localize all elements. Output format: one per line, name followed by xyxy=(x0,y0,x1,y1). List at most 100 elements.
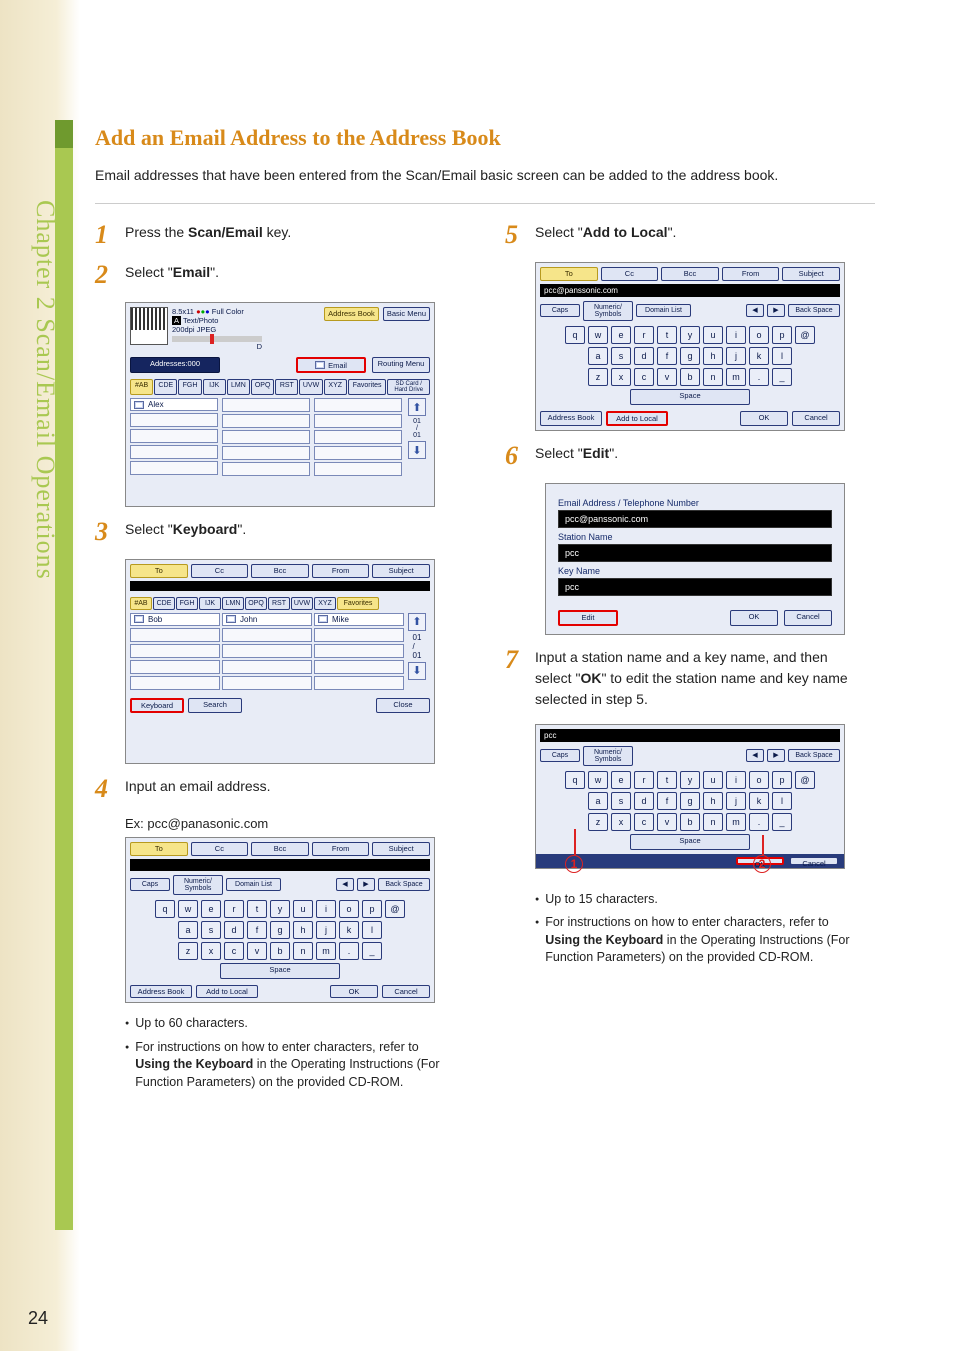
key-u[interactable]: u xyxy=(703,771,723,789)
key-i[interactable]: i xyxy=(316,900,336,918)
key-s[interactable]: s xyxy=(611,347,631,365)
contact-john[interactable]: John xyxy=(222,613,312,626)
list-item[interactable] xyxy=(222,462,310,476)
key-h[interactable]: h xyxy=(703,347,723,365)
key-w[interactable]: w xyxy=(588,771,608,789)
key-n[interactable]: n xyxy=(703,368,723,386)
key-g[interactable]: g xyxy=(680,347,700,365)
key-e[interactable]: e xyxy=(201,900,221,918)
key-k[interactable]: k xyxy=(339,921,359,939)
keyboard-button[interactable]: Keyboard xyxy=(130,698,184,714)
key-b[interactable]: b xyxy=(270,942,290,960)
key-r[interactable]: r xyxy=(634,771,654,789)
key-k[interactable]: k xyxy=(749,347,769,365)
key-a[interactable]: a xyxy=(588,347,608,365)
key-y[interactable]: y xyxy=(270,900,290,918)
caps-button[interactable]: Caps xyxy=(540,749,580,762)
tab-favorites[interactable]: Favorites xyxy=(337,597,379,610)
tab-cde[interactable]: CDE xyxy=(154,379,177,395)
key-_[interactable]: _ xyxy=(362,942,382,960)
key-_[interactable]: _ xyxy=(772,813,792,831)
tab-fgh[interactable]: FGH xyxy=(178,379,201,395)
to-tab[interactable]: To xyxy=(540,267,598,281)
add-to-local-button[interactable]: Add to Local xyxy=(196,985,258,999)
addresses-count[interactable]: Addresses:000 xyxy=(130,357,220,373)
key-n[interactable]: n xyxy=(703,813,723,831)
backspace-button[interactable]: Back Space xyxy=(788,749,840,762)
key-x[interactable]: x xyxy=(611,368,631,386)
list-item[interactable] xyxy=(130,413,218,427)
key-f[interactable]: f xyxy=(657,347,677,365)
key-o[interactable]: o xyxy=(339,900,359,918)
numeric-symbols-button[interactable]: Numeric/ Symbols xyxy=(173,875,223,895)
key-@[interactable]: @ xyxy=(795,771,815,789)
backspace-button[interactable]: Back Space xyxy=(378,878,430,891)
tab-rst[interactable]: RST xyxy=(275,379,298,395)
key-w[interactable]: w xyxy=(178,900,198,918)
list-item[interactable] xyxy=(314,644,404,658)
tab-ab[interactable]: #AB xyxy=(130,597,152,610)
key-m[interactable]: m xyxy=(726,368,746,386)
key-_[interactable]: _ xyxy=(772,368,792,386)
space-key[interactable]: Space xyxy=(220,963,340,979)
cancel-button[interactable]: Cancel xyxy=(382,985,430,999)
cursor-right-icon[interactable]: ▶ xyxy=(767,304,785,317)
key-v[interactable]: v xyxy=(247,942,267,960)
key-g[interactable]: g xyxy=(680,792,700,810)
key-e[interactable]: e xyxy=(611,326,631,344)
key-a[interactable]: a xyxy=(588,792,608,810)
station-name-field[interactable]: pcc xyxy=(558,544,832,562)
list-item[interactable] xyxy=(314,462,402,476)
key-b[interactable]: b xyxy=(680,368,700,386)
bcc-tab[interactable]: Bcc xyxy=(661,267,719,281)
key-l[interactable]: l xyxy=(772,347,792,365)
list-item[interactable] xyxy=(222,398,310,412)
tab-cde[interactable]: CDE xyxy=(153,597,175,610)
tab-favorites[interactable]: Favorites xyxy=(348,379,387,395)
key-t[interactable]: t xyxy=(657,771,677,789)
list-item[interactable] xyxy=(222,414,310,428)
key-@[interactable]: @ xyxy=(385,900,405,918)
key-i[interactable]: i xyxy=(726,771,746,789)
key-c[interactable]: c xyxy=(224,942,244,960)
tab-xyz[interactable]: XYZ xyxy=(324,379,347,395)
cc-tab[interactable]: Cc xyxy=(601,267,659,281)
key-j[interactable]: j xyxy=(316,921,336,939)
email-field[interactable]: pcc@panssonic.com xyxy=(558,510,832,528)
bcc-tab[interactable]: Bcc xyxy=(251,564,309,578)
tab-opq[interactable]: OPQ xyxy=(251,379,274,395)
subject-tab[interactable]: Subject xyxy=(372,842,430,856)
tab-xyz[interactable]: XYZ xyxy=(314,597,336,610)
key-s[interactable]: s xyxy=(611,792,631,810)
email-button[interactable]: Email xyxy=(296,357,366,373)
key-d[interactable]: d xyxy=(634,347,654,365)
routing-menu-button[interactable]: Routing Menu xyxy=(372,357,430,373)
key-q[interactable]: q xyxy=(565,326,585,344)
key-n[interactable]: n xyxy=(293,942,313,960)
caps-button[interactable]: Caps xyxy=(130,878,170,891)
scroll-down-icon[interactable]: ⬇ xyxy=(408,662,426,680)
ok-button[interactable]: OK xyxy=(330,985,378,999)
list-item[interactable] xyxy=(314,676,404,690)
key-o[interactable]: o xyxy=(749,771,769,789)
ok-button[interactable]: OK xyxy=(740,411,788,427)
key-z[interactable]: z xyxy=(588,368,608,386)
numeric-symbols-button[interactable]: Numeric/ Symbols xyxy=(583,301,633,321)
contact-alex[interactable]: Alex xyxy=(130,398,218,411)
list-item[interactable] xyxy=(314,414,402,428)
key-d[interactable]: d xyxy=(634,792,654,810)
key-j[interactable]: j xyxy=(726,347,746,365)
list-item[interactable] xyxy=(130,628,220,642)
contact-mike[interactable]: Mike xyxy=(314,613,404,626)
tab-ijk[interactable]: IJK xyxy=(199,597,221,610)
address-book-button[interactable]: Address Book xyxy=(130,985,192,999)
list-item[interactable] xyxy=(314,430,402,444)
numeric-symbols-button[interactable]: Numeric/ Symbols xyxy=(583,746,633,766)
scroll-up-icon[interactable]: ⬆ xyxy=(408,613,426,631)
domain-list-button[interactable]: Domain List xyxy=(636,304,691,317)
key-m[interactable]: m xyxy=(316,942,336,960)
tab-lmn[interactable]: LMN xyxy=(222,597,244,610)
subject-tab[interactable]: Subject xyxy=(372,564,430,578)
key-name-field[interactable]: pcc xyxy=(558,578,832,596)
key-p[interactable]: p xyxy=(772,771,792,789)
